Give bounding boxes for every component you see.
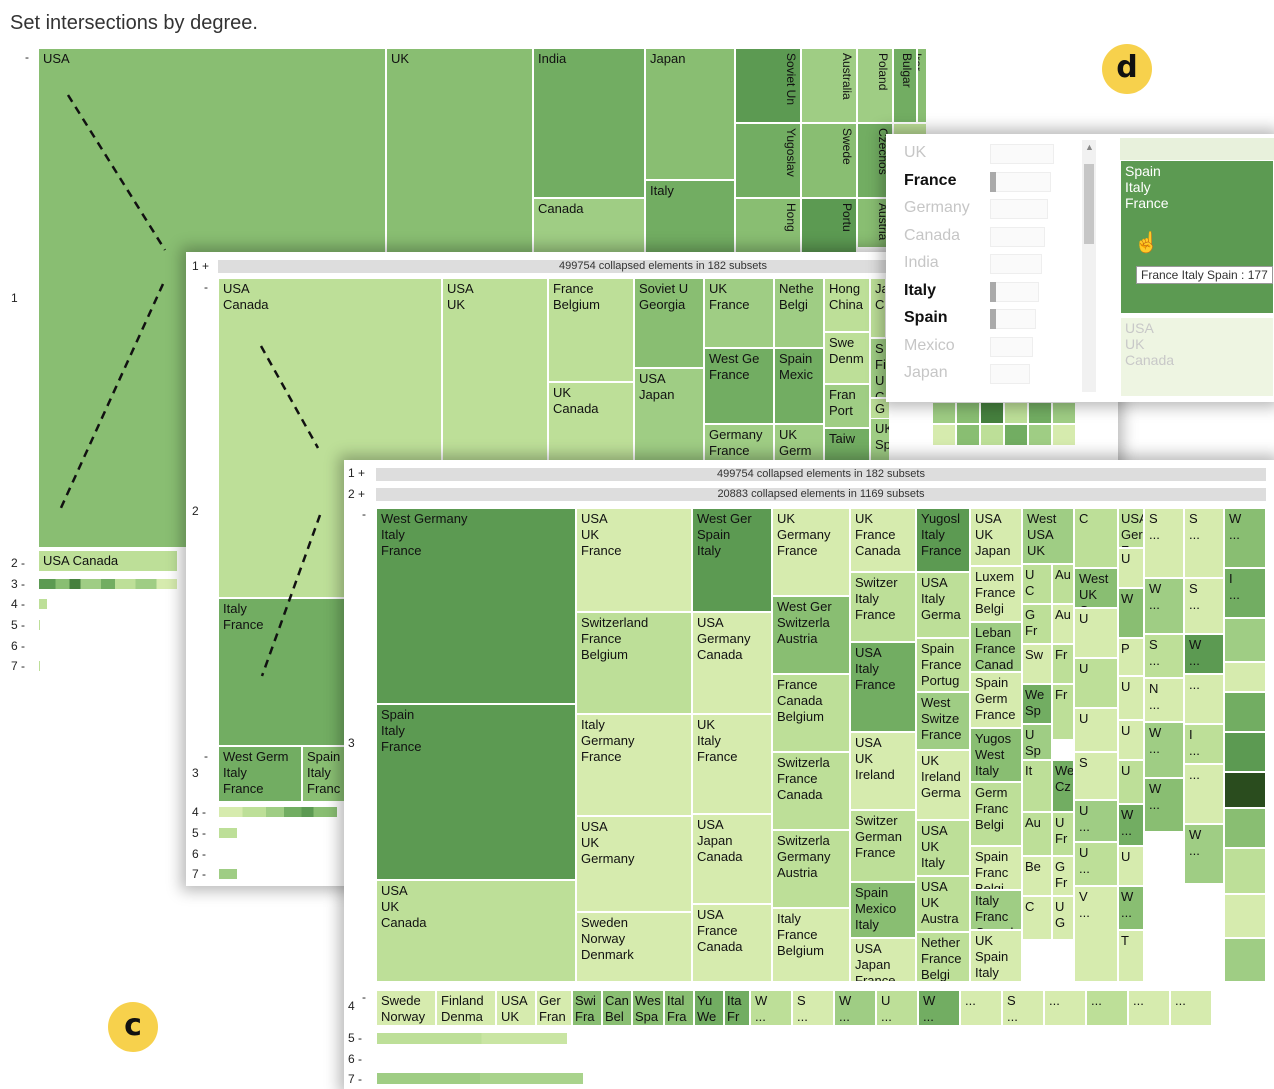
badge-c: c xyxy=(108,1002,158,1052)
badge-d: d xyxy=(1102,44,1152,94)
dashed-annotation-lines xyxy=(58,94,322,677)
